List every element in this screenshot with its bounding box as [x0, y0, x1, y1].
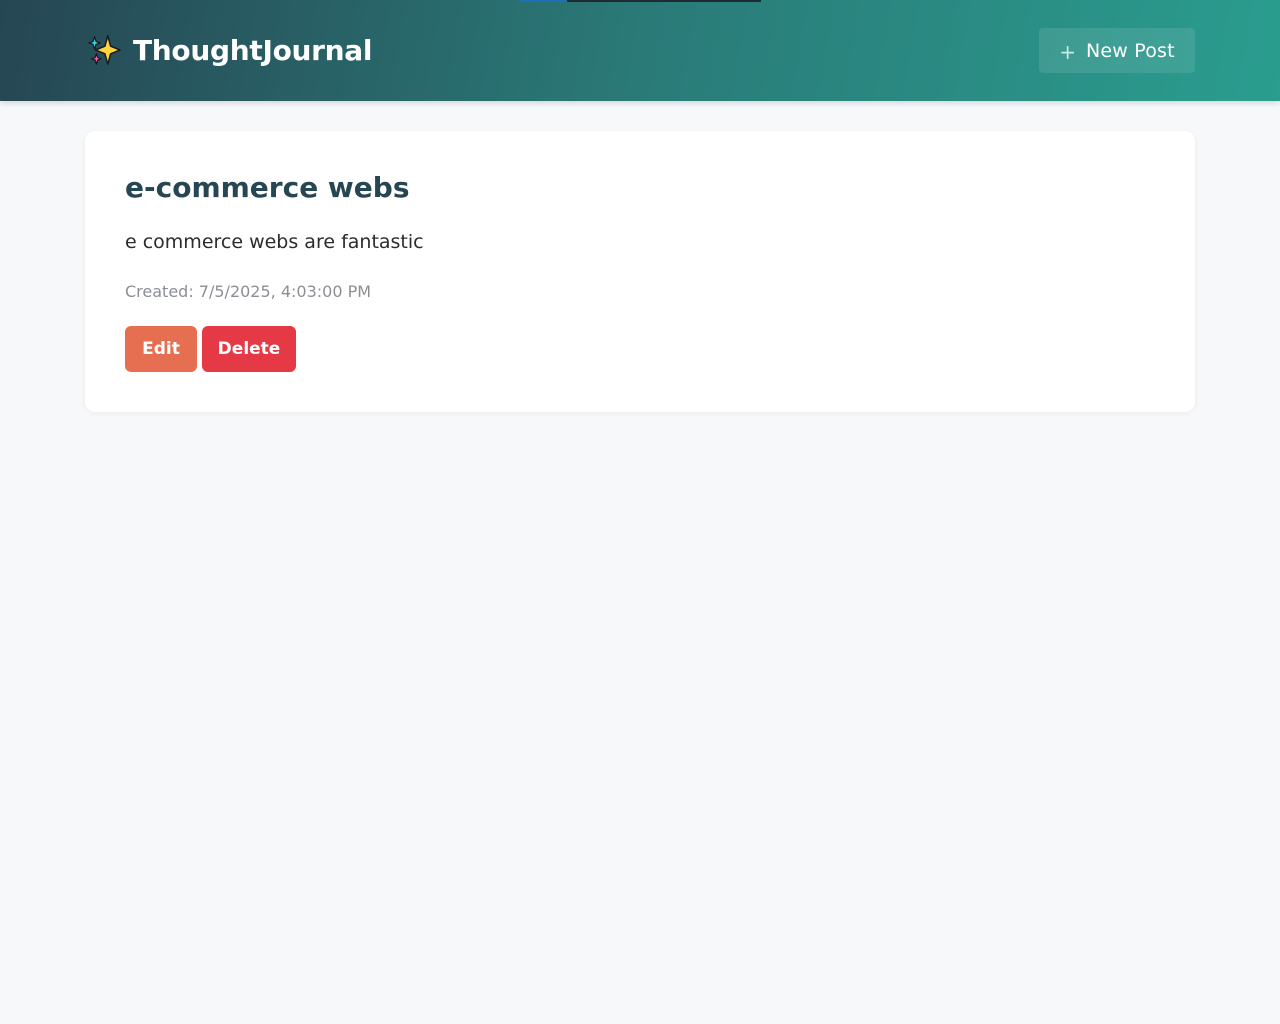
post-created-date: Created: 7/5/2025, 4:03:00 PM [125, 282, 372, 301]
delete-button[interactable]: Delete [202, 326, 296, 372]
app-title: ThoughtJournal [133, 33, 373, 67]
plus-icon: + [1059, 39, 1076, 64]
post-content: e commerce webs are fantastic [125, 231, 424, 253]
loading-progress-fill [519, 0, 568, 2]
post-card: e-commerce webs e commerce webs are fant… [85, 131, 1195, 412]
post-title: e-commerce webs [125, 171, 410, 204]
loading-progress-bar [519, 0, 761, 2]
brand[interactable]: ThoughtJournal [87, 30, 372, 70]
sparkles-icon [88, 35, 121, 65]
edit-button[interactable]: Edit [125, 326, 197, 372]
post-actions: Edit Delete [125, 326, 296, 372]
new-post-button[interactable]: + New Post [1039, 28, 1195, 73]
new-post-label: New Post [1085, 39, 1175, 62]
app-header: ThoughtJournal + New Post [0, 0, 1280, 101]
